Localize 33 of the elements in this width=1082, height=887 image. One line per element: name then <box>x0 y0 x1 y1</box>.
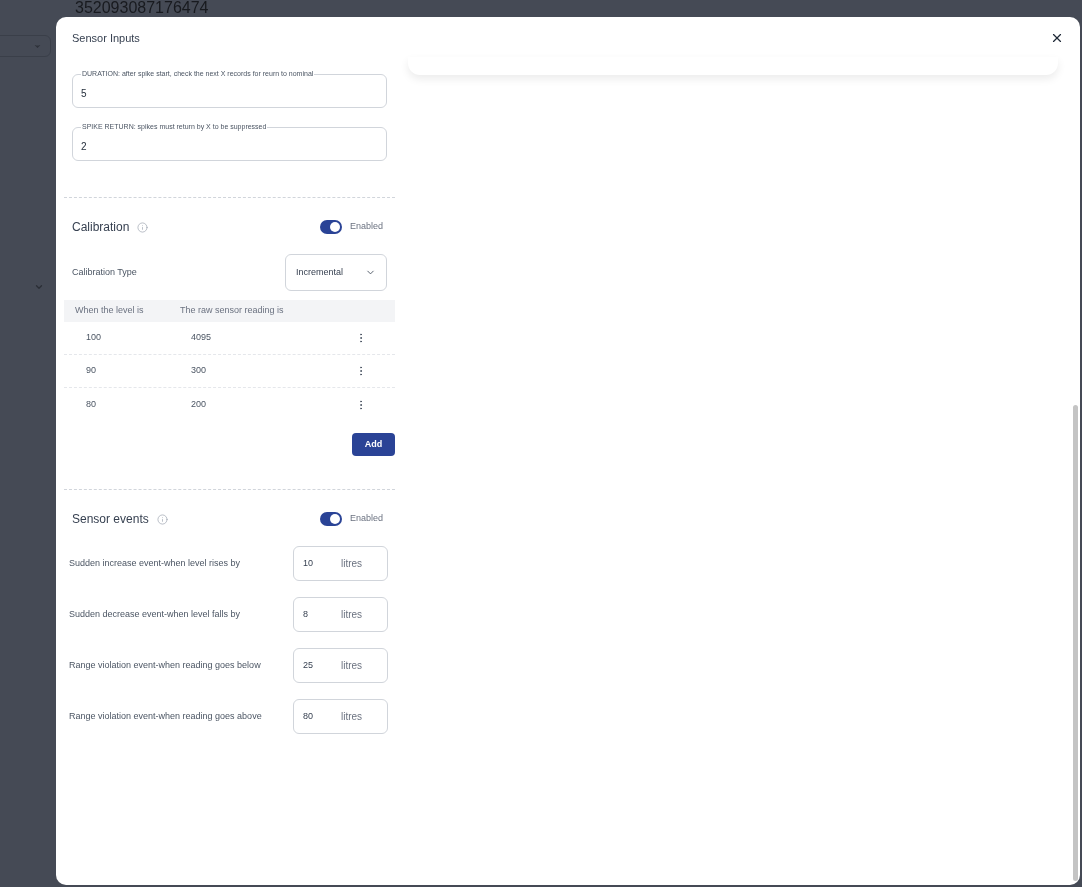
unit-label: litres <box>341 557 363 571</box>
event-label: Range violation event-when reading goes below <box>69 658 261 672</box>
table-cell-text: 100 <box>85 331 103 345</box>
field-value: 2 <box>81 140 87 152</box>
add-button[interactable]: Add <box>352 433 395 456</box>
section-title: Sensor events <box>72 511 149 528</box>
toggle-switch[interactable] <box>319 220 342 234</box>
event-label: Sudden increase event-when level rises by <box>69 556 241 570</box>
number-field[interactable]: 25 litres <box>293 648 388 683</box>
table-cell-text: 4095 <box>190 331 213 345</box>
number-field[interactable]: 8 litres <box>293 597 388 632</box>
unit-label: litres <box>341 710 363 724</box>
toggle-switch[interactable] <box>319 512 342 526</box>
event-label: Range violation event-when reading goes above <box>69 709 262 723</box>
event-label: Sudden decrease event-when level falls by <box>69 607 241 621</box>
table-cell-text: 200 <box>190 397 208 411</box>
type-dropdown[interactable]: Incremental <box>285 254 387 291</box>
section-title: Calibration <box>72 219 130 236</box>
field-label: Calibration Type <box>72 265 137 279</box>
dialog-title: Sensor Inputs <box>72 30 140 46</box>
table-cell-text: 80 <box>85 397 97 411</box>
number-field[interactable]: 10 litres <box>293 546 388 581</box>
toggle-label: Enabled <box>349 512 383 526</box>
column-header: When the level is <box>74 304 145 318</box>
table-cell-text: 90 <box>85 364 97 378</box>
unit-label: litres <box>341 659 363 673</box>
field-value: 5 <box>81 87 87 99</box>
toggle-label: Enabled <box>349 220 383 234</box>
number-field[interactable]: 80 litres <box>293 699 388 734</box>
unit-label: litres <box>341 608 363 622</box>
table-cell-text: 300 <box>190 364 208 378</box>
close-icon[interactable] <box>1050 31 1064 45</box>
column-header: The raw sensor reading is <box>180 304 284 318</box>
